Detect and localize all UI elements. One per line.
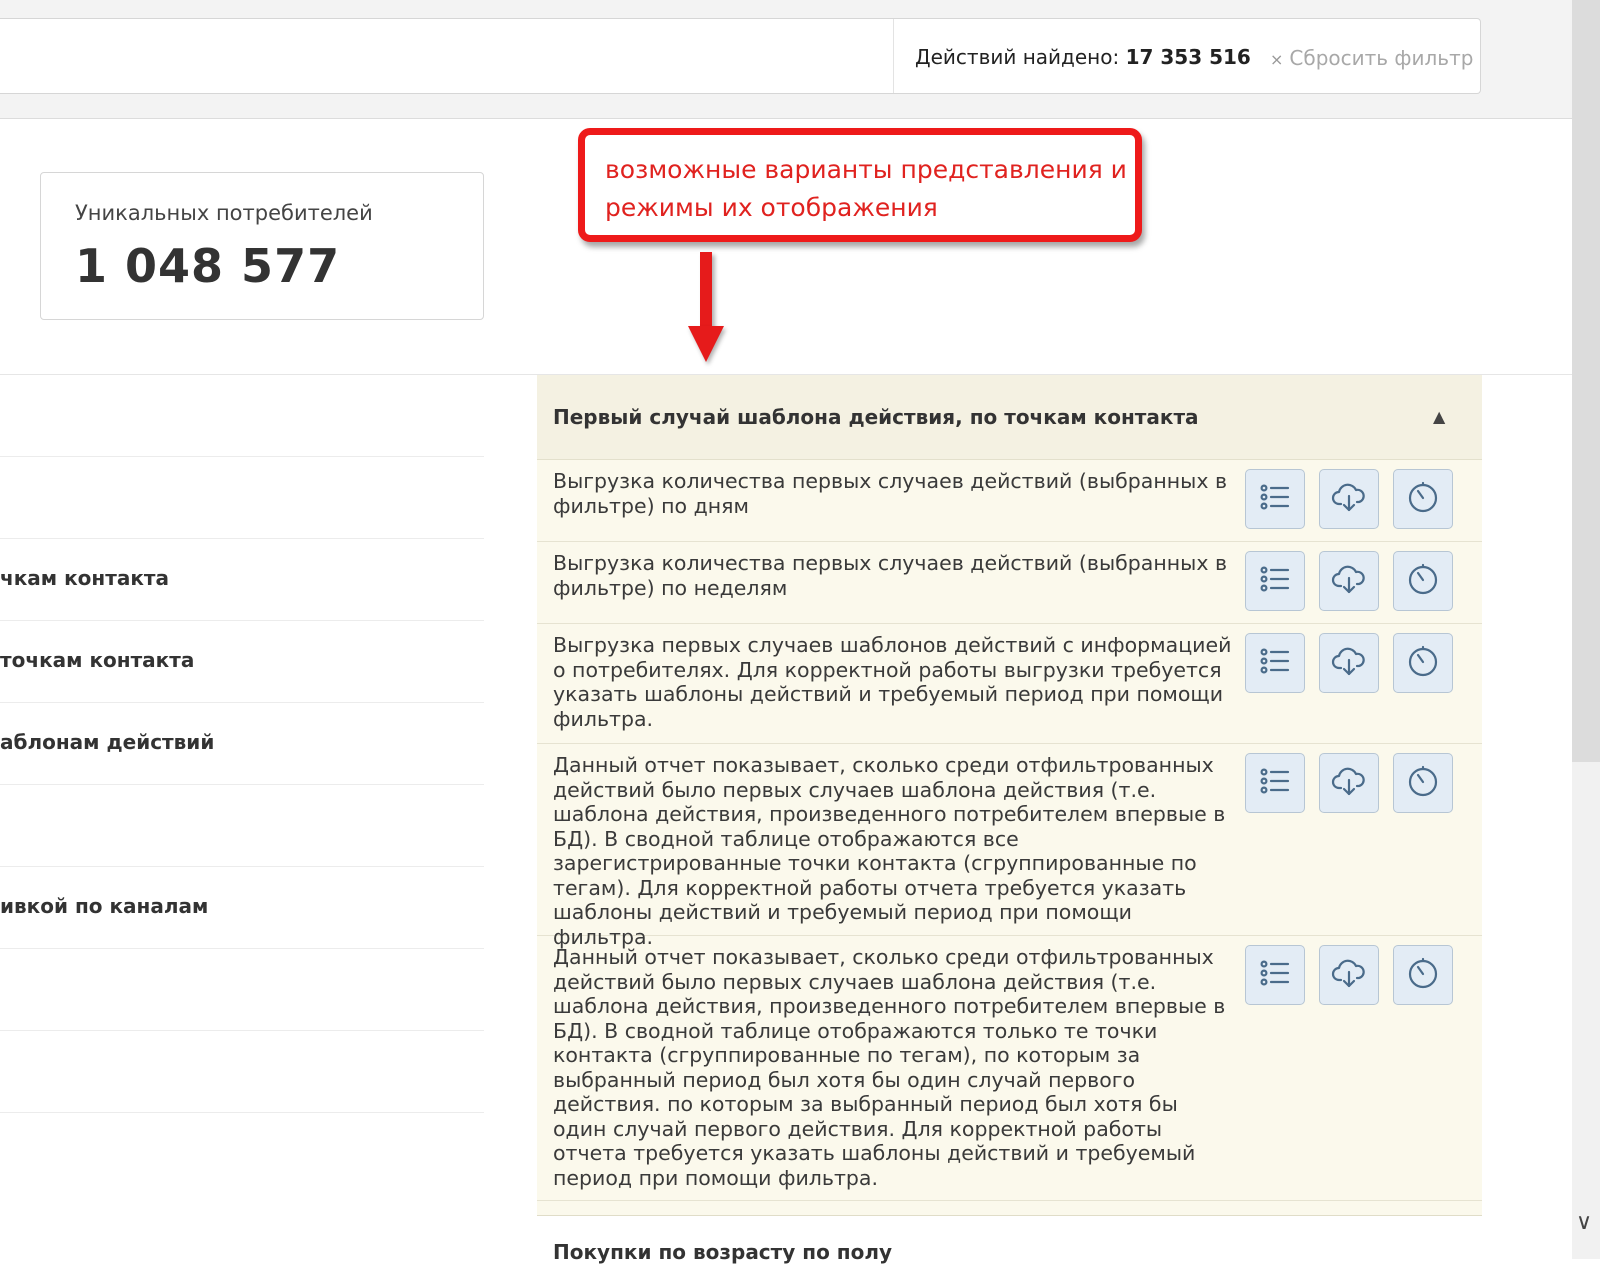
report-list-item-label: ивкой по каналам bbox=[0, 894, 209, 918]
report-row: Данный отчет показывает, сколько среди о… bbox=[537, 743, 1482, 949]
list-icon bbox=[1257, 763, 1293, 803]
download-button[interactable] bbox=[1319, 753, 1379, 813]
report-panel-title: Первый случай шаблона действия, по точка… bbox=[553, 405, 1199, 429]
top-filter-area: Действий найдено: 17 353 516 × Сбросить ф… bbox=[0, 0, 1572, 119]
annotation-arrow-head bbox=[688, 326, 724, 362]
report-row: Выгрузка первых случаев шаблонов действи… bbox=[537, 623, 1482, 744]
list-icon bbox=[1257, 479, 1293, 519]
timer-icon bbox=[1405, 479, 1441, 519]
cloud-download-icon bbox=[1331, 763, 1367, 803]
timer-icon bbox=[1405, 955, 1441, 995]
report-row-description: Выгрузка первых случаев шаблонов действи… bbox=[553, 633, 1232, 731]
report-row: Выгрузка количества первых случаев дейст… bbox=[537, 541, 1482, 624]
show-list-button[interactable] bbox=[1245, 633, 1305, 693]
report-list-item[interactable] bbox=[0, 948, 484, 1031]
report-row-description: Выгрузка количества первых случаев дейст… bbox=[553, 469, 1228, 518]
report-row: Выгрузка количества первых случаев дейст… bbox=[537, 459, 1482, 542]
unique-consumers-label: Уникальных потребителей bbox=[75, 201, 373, 225]
report-list-item-label: аблонам действий bbox=[0, 730, 215, 754]
annotation-arrow bbox=[700, 252, 712, 328]
timer-icon bbox=[1405, 561, 1441, 601]
collapse-caret-icon[interactable]: ▲ bbox=[1433, 407, 1445, 426]
cloud-download-icon bbox=[1331, 561, 1367, 601]
list-icon bbox=[1257, 643, 1293, 683]
timer-icon bbox=[1405, 643, 1441, 683]
cloud-download-icon bbox=[1331, 479, 1367, 519]
unique-consumers-card: Уникальных потребителей 1 048 577 bbox=[40, 172, 484, 320]
filter-summary-bar: Действий найдено: 17 353 516 × Сбросить ф… bbox=[0, 18, 1481, 94]
report-list-item[interactable] bbox=[0, 456, 484, 539]
show-list-button[interactable] bbox=[1245, 945, 1305, 1005]
report-row-description: Данный отчет показывает, сколько среди о… bbox=[553, 945, 1226, 1190]
actions-found-value: 17 353 516 bbox=[1125, 45, 1251, 69]
annotation-text: возможные варианты представления и режим… bbox=[605, 155, 1127, 222]
download-button[interactable] bbox=[1319, 633, 1379, 693]
schedule-button[interactable] bbox=[1393, 551, 1453, 611]
reset-filter-link[interactable]: × Сбросить фильтр bbox=[1270, 46, 1473, 70]
scrollbar-thumb[interactable] bbox=[1572, 0, 1600, 762]
report-list-item[interactable] bbox=[0, 374, 484, 457]
report-panel-header[interactable]: Первый случай шаблона действия, по точка… bbox=[537, 375, 1482, 460]
report-list-item[interactable] bbox=[0, 1030, 484, 1113]
filter-divider bbox=[893, 19, 894, 93]
reset-filter-label: Сбросить фильтр bbox=[1289, 46, 1474, 70]
actions-found-label: Действий найдено: bbox=[915, 45, 1120, 69]
download-button[interactable] bbox=[1319, 551, 1379, 611]
timer-icon bbox=[1405, 763, 1441, 803]
schedule-button[interactable] bbox=[1393, 469, 1453, 529]
report-list-item[interactable]: точкам контакта bbox=[0, 620, 484, 703]
download-button[interactable] bbox=[1319, 469, 1379, 529]
report-list-item-label: чкам контакта bbox=[0, 566, 169, 590]
annotation-callout: возможные варианты представления и режим… bbox=[578, 128, 1142, 242]
actions-found-counter: Действий найдено: 17 353 516 bbox=[915, 45, 1251, 69]
report-list-item[interactable]: чкам контакта bbox=[0, 538, 484, 621]
show-list-button[interactable] bbox=[1245, 753, 1305, 813]
report-row: Данный отчет показывает, сколько среди о… bbox=[537, 935, 1482, 1201]
report-list-item[interactable]: ивкой по каналам bbox=[0, 866, 484, 949]
unique-consumers-value: 1 048 577 bbox=[75, 239, 341, 293]
report-list-item[interactable]: аблонам действий bbox=[0, 702, 484, 785]
list-icon bbox=[1257, 561, 1293, 601]
report-row-description: Выгрузка количества первых случаев дейст… bbox=[553, 551, 1228, 600]
report-list-item-label: точкам контакта bbox=[0, 648, 195, 672]
download-button[interactable] bbox=[1319, 945, 1379, 1005]
list-icon bbox=[1257, 955, 1293, 995]
close-icon: × bbox=[1270, 50, 1284, 69]
show-list-button[interactable] bbox=[1245, 551, 1305, 611]
cloud-download-icon bbox=[1331, 955, 1367, 995]
show-list-button[interactable] bbox=[1245, 469, 1305, 529]
schedule-button[interactable] bbox=[1393, 945, 1453, 1005]
next-section-title[interactable]: Покупки по возрасту по полу bbox=[553, 1240, 892, 1264]
report-row-description: Данный отчет показывает, сколько среди о… bbox=[553, 753, 1226, 949]
page-scrollbar[interactable]: ∨ bbox=[1572, 0, 1600, 1259]
schedule-button[interactable] bbox=[1393, 753, 1453, 813]
schedule-button[interactable] bbox=[1393, 633, 1453, 693]
report-panel-first-case: Первый случай шаблона действия, по точка… bbox=[537, 375, 1482, 1216]
cloud-download-icon bbox=[1331, 643, 1367, 683]
scroll-down-icon[interactable]: ∨ bbox=[1576, 1210, 1592, 1235]
report-list-item[interactable] bbox=[0, 784, 484, 867]
